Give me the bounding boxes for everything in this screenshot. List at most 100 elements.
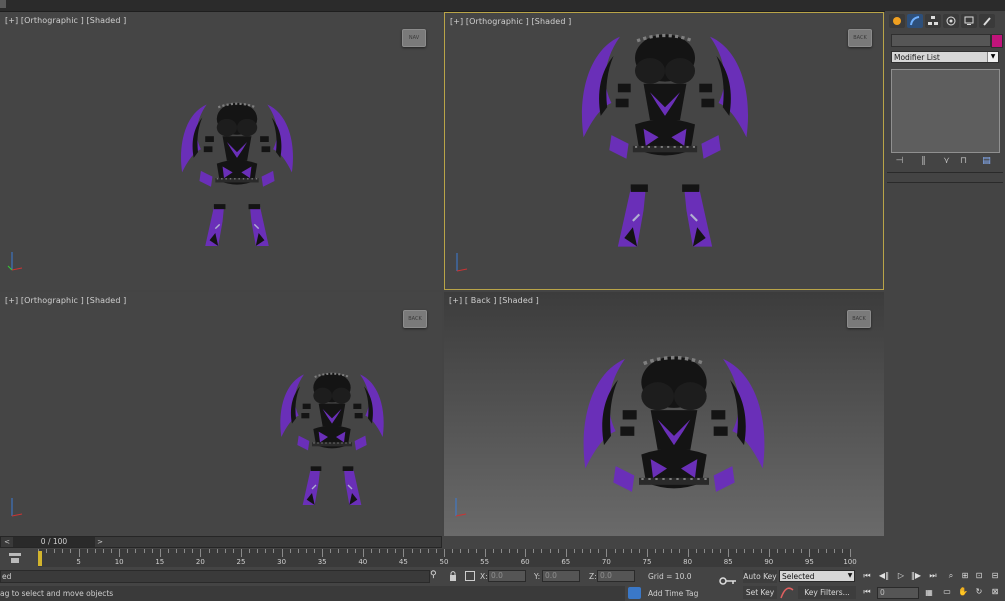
frame-tick <box>525 549 527 557</box>
viewport-bottom-left[interactable]: [+] [Orthographic ] [Shaded ] BACK <box>0 292 442 536</box>
auto-key-button[interactable]: Auto Key <box>743 570 777 583</box>
zoom-extents-icon[interactable]: ⊡ <box>972 570 986 582</box>
object-color-swatch[interactable] <box>991 34 1003 48</box>
frame-tick <box>387 549 389 553</box>
play-icon[interactable]: ▷ <box>894 570 908 582</box>
frame-tick <box>159 549 161 557</box>
add-time-tag-label[interactable]: Add Time Tag <box>648 589 698 598</box>
go-to-start-icon[interactable]: ⏮ <box>860 570 874 582</box>
viewport-bottom-right[interactable]: [+] [ Back ] [Shaded ] BACK <box>444 292 884 536</box>
time-configuration-icon[interactable]: ▦ <box>922 587 936 599</box>
lock-icon[interactable] <box>448 570 458 582</box>
next-frame-arrow[interactable]: > <box>95 537 105 547</box>
frame-tick <box>192 549 194 553</box>
frame-tick <box>768 549 770 557</box>
frame-tick <box>86 549 88 553</box>
frame-label: 55 <box>480 558 490 566</box>
frame-tick <box>379 549 381 553</box>
viewcube-icon[interactable]: BACK <box>848 29 872 47</box>
key-filters-button[interactable]: Key Filters... <box>798 586 856 599</box>
current-frame-marker[interactable] <box>38 551 42 566</box>
make-unique-icon[interactable]: ⋎ <box>940 155 953 167</box>
current-frame-field[interactable]: 0 <box>877 587 919 599</box>
time-tag-icon[interactable] <box>628 587 641 599</box>
character-model <box>179 101 295 247</box>
key-mode-icon[interactable] <box>719 575 737 587</box>
frame-tick <box>224 549 226 553</box>
x-coordinate-field[interactable]: 0.0 <box>488 570 526 582</box>
pan-icon[interactable]: ✋ <box>956 586 970 598</box>
frame-label: 35 <box>317 558 327 566</box>
frame-tick <box>638 549 640 553</box>
frame-label: 40 <box>358 558 368 566</box>
viewport-label[interactable]: [+] [ Back ] [Shaded ] <box>449 296 539 305</box>
orbit-icon[interactable]: ↻ <box>972 586 986 598</box>
selection-status-text: ed <box>2 572 12 581</box>
frame-tick <box>736 549 738 553</box>
frame-tick <box>167 549 169 553</box>
prev-frame-arrow[interactable]: < <box>2 537 12 547</box>
remove-modifier-icon[interactable]: ⊓ <box>957 155 970 167</box>
utilities-tab-icon[interactable] <box>979 14 995 28</box>
frame-tick <box>346 549 348 553</box>
menu-corner-icon[interactable] <box>0 0 6 8</box>
curve-editor-icon[interactable] <box>780 586 794 599</box>
lock-selection-icon[interactable]: ⚲ <box>430 570 440 582</box>
create-tab-icon[interactable] <box>889 14 905 28</box>
z-coordinate-field[interactable]: 0.0 <box>597 570 635 582</box>
zoom-icon[interactable]: ⌕ <box>944 570 958 582</box>
frame-tick <box>111 549 113 553</box>
viewport-label[interactable]: [+] [Orthographic ] [Shaded ] <box>450 17 571 26</box>
frame-tick <box>801 549 803 553</box>
viewport-label[interactable]: [+] [Orthographic ] [Shaded ] <box>5 296 126 305</box>
absolute-mode-icon[interactable] <box>465 571 475 581</box>
frame-tick <box>671 549 673 553</box>
key-set-dropdown[interactable]: Selected ▼ <box>779 570 855 582</box>
motion-tab-icon[interactable] <box>943 14 959 28</box>
viewport-top-right[interactable]: [+] [Orthographic ] [Shaded ] BACK <box>444 12 884 290</box>
go-to-end-icon[interactable]: ⏭ <box>926 570 940 582</box>
zoom-extents-all-icon[interactable]: ⊟ <box>988 570 1002 582</box>
hierarchy-tab-icon[interactable] <box>925 14 941 28</box>
display-tab-icon[interactable] <box>961 14 977 28</box>
frame-tick <box>679 549 681 553</box>
viewport-label[interactable]: [+] [Orthographic ] [Shaded ] <box>5 16 126 25</box>
viewcube-icon[interactable]: BACK <box>403 310 427 328</box>
frame-tick <box>468 549 470 553</box>
previous-frame-icon[interactable]: ◀‖ <box>877 570 891 582</box>
y-coordinate-field[interactable]: 0.0 <box>542 570 580 582</box>
chevron-down-icon: ▼ <box>847 572 853 579</box>
viewcube-icon[interactable]: BACK <box>847 310 871 328</box>
object-name-field[interactable] <box>891 34 991 47</box>
time-slider[interactable]: < 0 / 100 > <box>0 536 442 548</box>
key-mode-toggle-icon[interactable]: ⏮ <box>860 586 874 598</box>
viewport-top-left[interactable]: [+] [Orthographic ] [Shaded ] NAV <box>0 12 442 290</box>
frame-tick <box>565 549 567 557</box>
frame-label: 95 <box>804 558 814 566</box>
axis-gizmo-icon <box>455 498 467 517</box>
set-key-button[interactable]: Set Key <box>743 586 777 599</box>
frame-tick <box>216 549 218 553</box>
configure-sets-icon[interactable]: ▤ <box>980 155 993 167</box>
viewcube-icon[interactable]: NAV <box>402 29 426 47</box>
next-frame-icon[interactable]: ‖▶ <box>909 570 923 582</box>
pin-stack-icon[interactable]: ⊣ <box>893 155 906 167</box>
frame-tick <box>533 549 535 553</box>
frame-label: 30 <box>277 558 287 566</box>
frame-label: 10 <box>114 558 124 566</box>
time-slider-thumb[interactable]: 0 / 100 <box>13 537 95 547</box>
modifier-stack[interactable] <box>891 69 1000 153</box>
track-bar[interactable]: 5 10 15 20 25 30 35 40 45 50 55 60 65 70 75 80 85 90 95 100 <box>38 549 857 567</box>
frame-label: 25 <box>236 558 246 566</box>
frame-tick <box>127 549 129 553</box>
maximize-viewport-icon[interactable]: ⊠ <box>988 586 1002 598</box>
axis-gizmo-icon <box>7 252 23 271</box>
modify-tab-icon[interactable] <box>907 14 923 28</box>
modifier-list-dropdown[interactable]: Modifier List ▼ <box>891 51 999 63</box>
frame-tick <box>232 549 234 553</box>
frame-tick <box>695 549 697 553</box>
track-bar-menu-icon[interactable] <box>8 551 22 565</box>
field-of-view-icon[interactable]: ▭ <box>940 586 954 598</box>
zoom-all-icon[interactable]: ⊞ <box>958 570 972 582</box>
show-end-result-icon[interactable]: ‖ <box>917 155 930 167</box>
